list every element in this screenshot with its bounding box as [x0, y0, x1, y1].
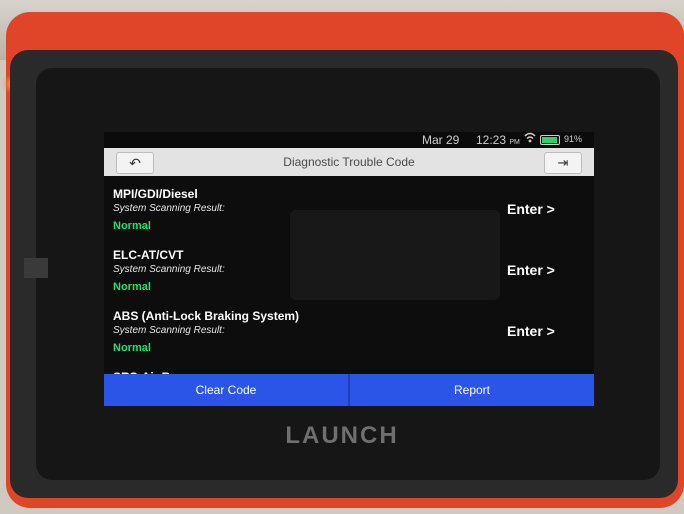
- battery-icon: [540, 135, 560, 145]
- status-time: 12:23 PM: [476, 133, 520, 147]
- system-name: MPI/GDI/Diesel: [113, 187, 198, 201]
- battery-percent: 91%: [564, 134, 583, 144]
- system-name: ABS (Anti-Lock Braking System): [113, 309, 300, 323]
- scan-status: Normal: [113, 281, 151, 293]
- enter-button[interactable]: Enter >: [507, 262, 555, 278]
- scan-result-label: System Scanning Result:: [113, 325, 225, 336]
- back-button[interactable]: ↶: [116, 152, 154, 174]
- enter-button[interactable]: Enter >: [507, 323, 555, 339]
- enter-button[interactable]: Enter >: [507, 201, 555, 217]
- bottom-action-bar: Clear Code Report: [104, 374, 594, 406]
- screen-glare: [290, 210, 500, 300]
- status-ampm: PM: [509, 139, 520, 146]
- status-bar: Mar 29 12:23 PM 91%: [104, 132, 594, 148]
- side-tab: [24, 258, 48, 278]
- back-arrow-icon: ↶: [129, 155, 141, 171]
- status-date: Mar 29: [422, 133, 460, 147]
- brand-logo: LAUNCH: [285, 422, 399, 449]
- scan-status: Normal: [113, 342, 151, 354]
- clear-code-button[interactable]: Clear Code: [104, 374, 348, 406]
- header-bar: Diagnostic Trouble Code ↶ ⇥: [104, 148, 594, 176]
- scan-status: Normal: [113, 220, 151, 232]
- system-name: ELC-AT/CVT: [113, 248, 184, 262]
- scan-result-label: System Scanning Result:: [113, 203, 225, 214]
- list-item: ABS (Anti-Lock Braking System) System Sc…: [104, 298, 594, 359]
- page-title: Diagnostic Trouble Code: [283, 155, 415, 169]
- exit-icon: ⇥: [557, 155, 569, 170]
- status-time-value: 12:23: [476, 133, 507, 147]
- scan-result-label: System Scanning Result:: [113, 264, 225, 275]
- report-button[interactable]: Report: [350, 374, 594, 406]
- wifi-icon: [524, 132, 536, 147]
- exit-button[interactable]: ⇥: [544, 152, 582, 174]
